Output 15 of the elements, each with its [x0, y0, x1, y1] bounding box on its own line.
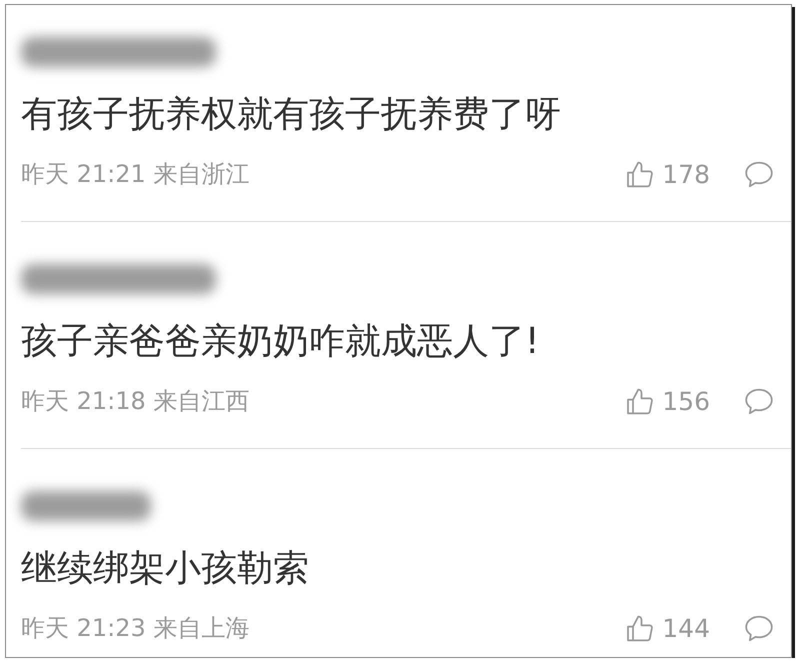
thumbs-up-icon	[627, 388, 654, 414]
thumbs-up-icon	[627, 614, 654, 642]
thumbs-up-icon	[627, 160, 654, 188]
like-button[interactable]: 156	[627, 386, 710, 416]
comment-icon[interactable]	[745, 614, 773, 642]
comment-icon[interactable]	[745, 388, 773, 414]
like-button[interactable]: 178	[627, 160, 710, 188]
comment-meta: 昨天 21:21 来自浙江	[21, 159, 250, 190]
comment-meta: 昨天 21:18 来自江西	[21, 386, 250, 417]
comment-text: 继续绑架小孩勒索	[21, 547, 310, 591]
comment-icon[interactable]	[745, 160, 773, 188]
comment-text: 孩子亲爸爸亲奶奶咋就成恶人了!	[21, 320, 540, 364]
like-button[interactable]: 144	[627, 614, 710, 642]
comment-meta: 昨天 21:23 来自上海	[21, 613, 250, 644]
comment-text: 有孩子抚养权就有孩子抚养费了呀	[21, 93, 562, 137]
